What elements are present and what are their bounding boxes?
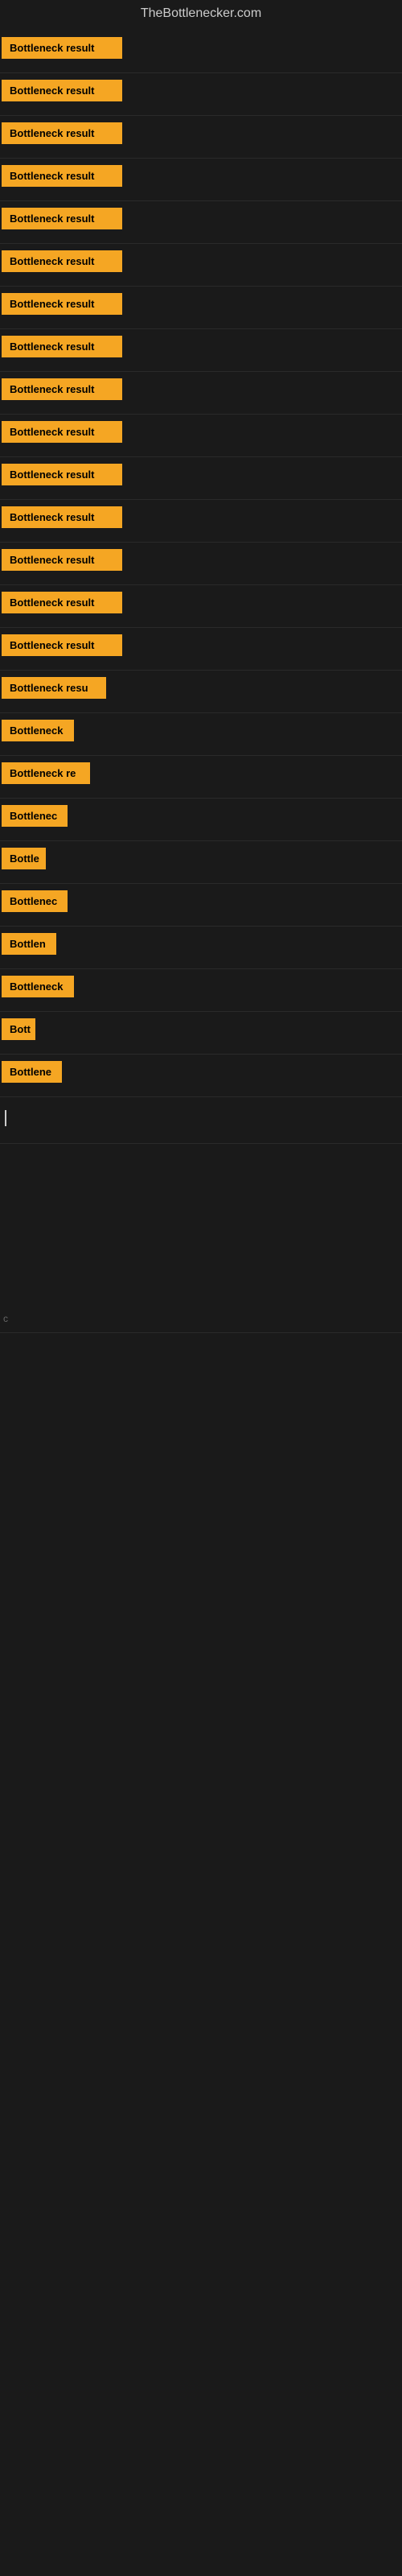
bottleneck-row: Bottleneck	[0, 969, 402, 1012]
bottleneck-row: Bottleneck result	[0, 372, 402, 415]
small-char-row: c	[0, 1305, 402, 1333]
bottleneck-bar[interactable]: Bottlen	[2, 933, 56, 955]
small-char: c	[2, 1310, 10, 1327]
bottleneck-bar[interactable]: Bottleneck result	[2, 592, 122, 613]
bars-container: Bottleneck result Bottleneck result Bottle…	[0, 31, 402, 1097]
bottleneck-row: Bottleneck result	[0, 287, 402, 329]
bottleneck-bar[interactable]: Bottleneck result	[2, 378, 122, 400]
bottleneck-bar[interactable]: Bottleneck result	[2, 250, 122, 272]
bottleneck-row: Bottleneck result	[0, 73, 402, 116]
bottleneck-bar[interactable]: Bottleneck result	[2, 549, 122, 571]
bottleneck-row: Bottleneck result	[0, 244, 402, 287]
bottleneck-row: Bottleneck result	[0, 201, 402, 244]
bottleneck-bar[interactable]: Bottleneck result	[2, 506, 122, 528]
bottleneck-bar[interactable]: Bottleneck result	[2, 421, 122, 443]
bottleneck-row: Bottle	[0, 841, 402, 884]
cursor-row	[0, 1097, 402, 1144]
bottleneck-bar[interactable]: Bottleneck result	[2, 208, 122, 229]
bottleneck-row: Bottleneck result	[0, 543, 402, 585]
bottleneck-row: Bottleneck	[0, 713, 402, 756]
bottleneck-bar[interactable]: Bottlene	[2, 1061, 62, 1083]
bottleneck-bar[interactable]: Bottleneck result	[2, 37, 122, 59]
bottleneck-row: Bottleneck resu	[0, 671, 402, 713]
bottleneck-row: Bottleneck result	[0, 500, 402, 543]
site-title: TheBottlenecker.com	[141, 6, 261, 20]
bottleneck-row: Bottleneck result	[0, 31, 402, 73]
bottleneck-bar[interactable]: Bottleneck result	[2, 165, 122, 187]
bottleneck-bar[interactable]: Bottleneck result	[2, 336, 122, 357]
bottleneck-bar[interactable]: Bott	[2, 1018, 35, 1040]
bottleneck-bar[interactable]: Bottleneck result	[2, 122, 122, 144]
bottleneck-row: Bottlenec	[0, 799, 402, 841]
bottleneck-bar[interactable]: Bottlenec	[2, 805, 68, 827]
bottleneck-bar[interactable]: Bottleneck result	[2, 80, 122, 101]
bottleneck-bar[interactable]: Bottleneck result	[2, 634, 122, 656]
bottleneck-row: Bottleneck result	[0, 585, 402, 628]
bottleneck-bar[interactable]: Bottleneck re	[2, 762, 90, 784]
bottleneck-row: Bottlene	[0, 1055, 402, 1097]
bottleneck-row: Bott	[0, 1012, 402, 1055]
bottleneck-bar[interactable]: Bottleneck	[2, 720, 74, 741]
site-header: TheBottlenecker.com	[0, 0, 402, 31]
bottleneck-row: Bottleneck result	[0, 415, 402, 457]
bottleneck-row: Bottleneck result	[0, 457, 402, 500]
bottleneck-bar[interactable]: Bottleneck result	[2, 464, 122, 485]
cursor-line	[5, 1110, 6, 1126]
bottleneck-bar[interactable]: Bottleneck result	[2, 293, 122, 315]
bottleneck-row: Bottleneck result	[0, 628, 402, 671]
bottleneck-row: Bottleneck result	[0, 329, 402, 372]
bottleneck-row: Bottlen	[0, 927, 402, 969]
bottleneck-row: Bottleneck result	[0, 116, 402, 159]
bottleneck-bar[interactable]: Bottlenec	[2, 890, 68, 912]
bottleneck-bar[interactable]: Bottle	[2, 848, 46, 869]
bottleneck-row: Bottlenec	[0, 884, 402, 927]
empty-section-2	[0, 1333, 402, 1816]
bottleneck-row: Bottleneck re	[0, 756, 402, 799]
empty-section-1	[0, 1144, 402, 1305]
bottleneck-bar[interactable]: Bottleneck resu	[2, 677, 106, 699]
bottleneck-bar[interactable]: Bottleneck	[2, 976, 74, 997]
page-container: TheBottlenecker.com Bottleneck resultBot…	[0, 0, 402, 1816]
bottleneck-row: Bottleneck result	[0, 159, 402, 201]
